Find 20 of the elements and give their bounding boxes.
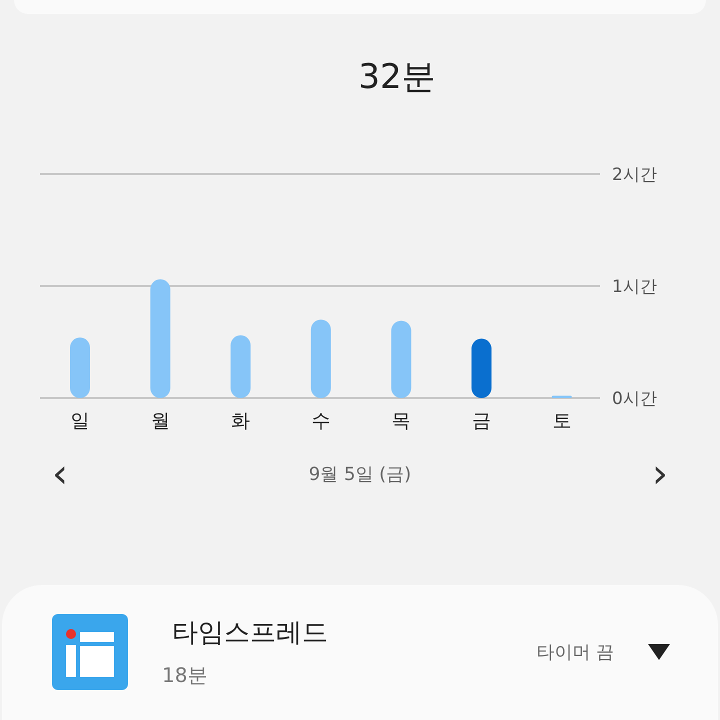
day-label: 금	[472, 410, 491, 432]
bar[interactable]	[472, 338, 492, 398]
day-label: 일	[70, 410, 90, 432]
app-usage-time: 18분	[162, 662, 208, 689]
day-label: 목	[392, 410, 411, 432]
day-label: 월	[150, 410, 170, 432]
day-label: 토	[552, 410, 572, 432]
expand-icon[interactable]	[648, 644, 670, 660]
axis-label: 0시간	[612, 389, 657, 409]
day-label: 화	[231, 410, 250, 432]
selected-date: 9월 5일 (금)	[308, 462, 412, 486]
next-day-button[interactable]: ›	[644, 454, 676, 494]
previous-day-button[interactable]: ‹	[44, 454, 76, 494]
total-usage-time: 32분	[358, 56, 436, 99]
timer-status: 타이머 끔	[536, 641, 614, 664]
axis-label: 2시간	[612, 165, 657, 185]
axis-label: 1시간	[612, 277, 657, 297]
day-label: 수	[311, 410, 330, 432]
app-icon[interactable]	[52, 614, 128, 690]
app-name: 타임스프레드	[172, 617, 329, 650]
